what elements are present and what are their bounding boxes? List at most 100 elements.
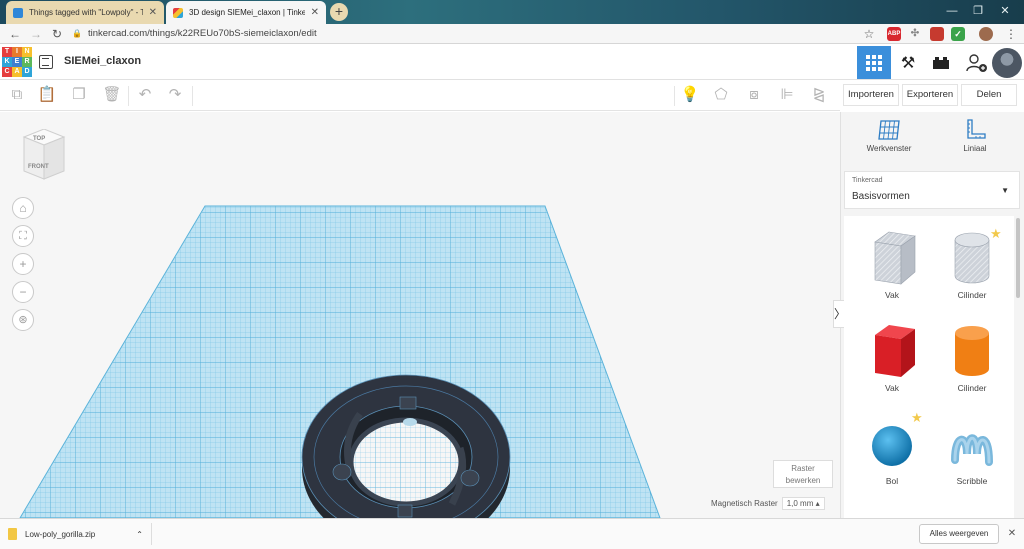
favorite-star-icon[interactable]: ★ [911, 410, 923, 426]
note-icon[interactable]: ⬠ [710, 84, 732, 106]
tab-lowpoly-things[interactable]: Things tagged with "Lowpoly" - T ✕ [6, 1, 164, 24]
design-list-icon[interactable] [39, 55, 53, 69]
maximize-icon[interactable]: ❐ [970, 3, 986, 19]
brick-shape [933, 56, 949, 69]
url-field[interactable]: 🔒 tinkercad.com/things/k22REUo70bS-siemei… [72, 26, 852, 42]
bookmark-star-icon[interactable]: ☆ [860, 25, 878, 43]
home-view-icon[interactable]: ⌂ [12, 197, 34, 219]
snap-grid-control: Magnetisch Raster 1,0 mm ▴ [711, 497, 825, 510]
undo-icon[interactable]: ↶ [134, 84, 156, 106]
group-icon[interactable]: ⧇ [743, 84, 765, 106]
snap-grid-value: 1,0 mm [786, 499, 814, 508]
zoom-out-icon[interactable]: − [12, 281, 34, 303]
box-hole-icon [874, 231, 916, 285]
add-user-icon[interactable] [960, 46, 994, 79]
shape-box-red[interactable]: Vak [857, 321, 927, 407]
tab-tinkercad-design[interactable]: 3D design SIEMei_claxon | Tinker ✕ [166, 1, 326, 24]
tab-close-icon[interactable]: ✕ [311, 7, 319, 18]
shape-label: Vak [884, 383, 900, 393]
workplane-tool[interactable]: Werkvenster [849, 118, 929, 162]
shape-library-select[interactable]: Tinkercad Basisvormen ▼ [844, 171, 1020, 209]
new-tab-button[interactable]: + [330, 3, 348, 21]
redo-icon[interactable]: ↷ [164, 84, 186, 106]
shape-sphere-blue[interactable]: Bol [857, 414, 927, 500]
pickaxe-icon[interactable]: ⚒ [891, 46, 925, 79]
align-icon[interactable]: ⊫ [776, 84, 798, 106]
workplane-scene [19, 205, 661, 518]
snap-grid-label: Magnetisch Raster [711, 499, 778, 508]
logo-letter: T [2, 47, 12, 57]
fit-view-icon[interactable]: ⛶ [12, 225, 34, 247]
user-avatar[interactable] [992, 48, 1022, 78]
edit-grid-button[interactable]: Raster bewerken [773, 460, 833, 488]
show-all-downloads-button[interactable]: Alles weergeven [919, 524, 999, 544]
edit-grid-label-line1: Raster [791, 464, 815, 473]
design-title[interactable]: SIEMei_claxon [64, 55, 141, 67]
tab-title: Things tagged with "Lowpoly" - T [29, 8, 143, 17]
url-text: tinkercad.com/things/k22REUo70bS-siemeic… [87, 28, 317, 39]
duplicate-icon[interactable]: ❐ [68, 84, 90, 106]
shape-label: Cilinder [957, 383, 987, 393]
dropdown-arrow-icon: ▼ [1001, 186, 1009, 195]
check-icon[interactable]: ✓ [951, 27, 965, 41]
profile-icon[interactable] [979, 27, 993, 41]
shape-label: Bol [885, 476, 899, 486]
logo-letter: R [22, 57, 32, 67]
bricks-icon[interactable] [924, 46, 958, 79]
downloads-bar [0, 518, 1024, 549]
shapes-scrollbar[interactable] [1016, 218, 1020, 298]
toolbar-divider [192, 86, 193, 106]
caret-up-icon: ▴ [815, 499, 820, 508]
lock-icon: 🔒 [72, 29, 82, 38]
shape-box-hole[interactable]: Vak [857, 228, 927, 314]
light-bulb-icon[interactable]: 💡 [679, 84, 701, 106]
puzzle-icon[interactable]: ✣ [908, 27, 922, 41]
favorite-star-icon[interactable]: ★ [990, 226, 1002, 242]
chevron-up-icon[interactable]: ⌃ [136, 530, 143, 539]
scribble-icon [951, 434, 993, 466]
view-cube-top-label[interactable]: TOP [33, 136, 45, 142]
tab-close-icon[interactable]: ✕ [149, 7, 157, 18]
menu-kebab-icon[interactable]: ⋮ [1002, 25, 1020, 43]
user-plus-shape [966, 53, 987, 72]
mirror-icon[interactable]: ⧎ [808, 84, 830, 106]
export-button[interactable]: Exporteren [902, 84, 958, 106]
reload-icon[interactable]: ↻ [48, 25, 66, 43]
logo-letter: K [2, 57, 12, 67]
import-button[interactable]: Importeren [843, 84, 899, 106]
shape-cylinder-orange[interactable]: Cilinder [937, 321, 1007, 407]
copy-icon[interactable]: ⧉ [6, 84, 28, 106]
grid-icon [866, 54, 882, 71]
close-downloads-icon[interactable]: ✕ [1005, 524, 1019, 544]
paste-icon[interactable]: 📋 [36, 84, 58, 106]
tinkercad-favicon-icon [173, 7, 183, 18]
edit-grid-label-line2: bewerken [785, 476, 821, 485]
box-icon [875, 325, 915, 377]
logo-letter: A [12, 67, 22, 77]
ruler-icon [967, 119, 986, 139]
share-button[interactable]: Delen [961, 84, 1017, 106]
shape-scribble[interactable]: Scribble [937, 414, 1007, 500]
ruler-tool[interactable]: Liniaal [935, 118, 1015, 162]
logo-letter: E [12, 57, 22, 67]
toolbar-divider [674, 86, 675, 106]
3d-viewport[interactable] [0, 112, 840, 518]
abp-icon[interactable]: ABP [887, 27, 901, 41]
view-cube-front-label[interactable]: FRONT [28, 164, 49, 170]
back-icon[interactable]: ← [6, 25, 24, 43]
3d-view-button[interactable] [857, 46, 891, 79]
thingiverse-favicon-icon [13, 7, 23, 18]
library-name: Basisvormen [852, 191, 910, 202]
snap-grid-select[interactable]: 1,0 mm ▴ [781, 497, 825, 510]
perspective-icon[interactable]: ⊛ [12, 309, 34, 331]
pdf-icon[interactable] [930, 27, 944, 41]
close-window-icon[interactable]: ✕ [997, 3, 1013, 19]
tinkercad-logo[interactable]: T I N K E R C A D [2, 47, 32, 77]
shape-label: Scribble [956, 476, 988, 486]
forward-icon[interactable]: → [27, 25, 45, 43]
download-item[interactable]: Low-poly_gorilla.zip ⌃ [8, 523, 152, 545]
zoom-in-icon[interactable]: + [12, 253, 34, 275]
delete-icon[interactable]: 🗑 [101, 84, 123, 106]
minimize-icon[interactable]: — [944, 3, 960, 19]
toolbar-divider [128, 86, 129, 106]
